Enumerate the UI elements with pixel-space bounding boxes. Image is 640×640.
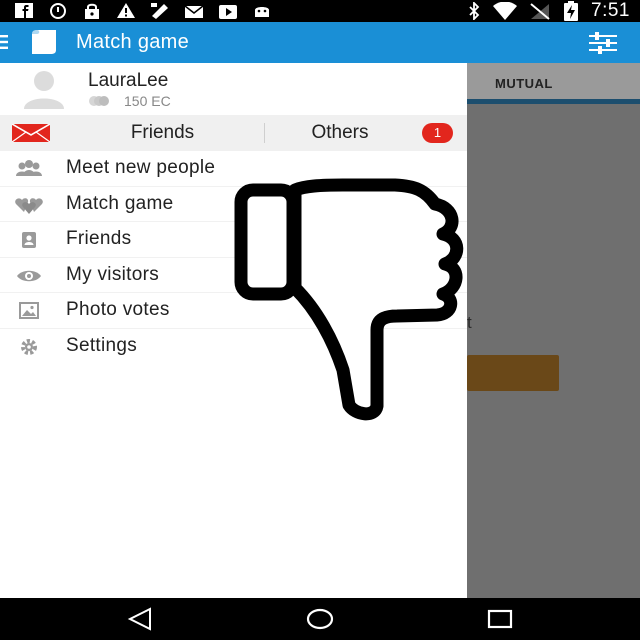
alarm-icon — [50, 3, 66, 19]
clock: 7:51 — [591, 0, 630, 21]
bluetooth-icon — [469, 2, 480, 20]
menu-item-settings[interactable]: Settings — [0, 329, 467, 365]
menu-item-label: Settings — [66, 334, 138, 356]
system-status: 7:51 — [467, 0, 630, 22]
app-logo-icon[interactable] — [28, 28, 60, 56]
android-icon — [255, 7, 269, 17]
battery-charging-icon — [564, 1, 579, 21]
facebook-icon — [15, 3, 33, 18]
eye-icon — [17, 270, 41, 281]
play-store-icon — [219, 5, 237, 19]
filter-sliders-icon[interactable] — [588, 31, 618, 55]
home-icon[interactable] — [305, 607, 335, 631]
background-text: t — [467, 313, 472, 332]
back-icon[interactable] — [126, 607, 154, 631]
menu-item-meet-new-people[interactable]: Meet new people — [0, 151, 467, 187]
menu-item-label: Match game — [66, 192, 174, 214]
background-button — [467, 355, 559, 391]
tab-indicator — [467, 99, 640, 104]
menu-item-my-visitors[interactable]: My visitors — [0, 258, 467, 293]
page-title: Match game — [76, 31, 190, 53]
lock-icon — [85, 3, 99, 19]
profile-name: LauraLee — [88, 70, 169, 91]
coin-amount: 150 EC — [124, 93, 171, 109]
no-signal-icon — [530, 3, 550, 20]
warning-icon — [117, 3, 135, 18]
menu-item-photo-votes[interactable]: Photo votes — [0, 293, 467, 329]
photos-icon — [19, 302, 39, 319]
menu-item-label: Meet new people — [66, 157, 216, 178]
app-icon — [151, 3, 168, 19]
wifi-icon — [493, 2, 518, 20]
background-tab-bar: MUTUAL — [467, 63, 640, 104]
avatar — [24, 71, 64, 109]
hearts-icon — [15, 197, 43, 214]
contact-card-icon — [22, 232, 36, 248]
mail-icon — [184, 5, 204, 18]
menu-item-friends[interactable]: Friends — [0, 222, 467, 258]
coins-icon — [89, 96, 109, 106]
navigation-drawer: LauraLee 150 EC Friends Others 1 Meet ne… — [0, 63, 467, 598]
gear-icon — [21, 338, 37, 355]
drawer-tab-row: Friends Others 1 — [0, 115, 467, 151]
system-nav-bar — [0, 598, 640, 640]
status-bar: 7:51 — [0, 0, 640, 22]
menu-item-label: Photo votes — [66, 299, 170, 320]
tab-friends[interactable]: Friends — [70, 115, 255, 151]
notification-badge: 1 — [422, 123, 453, 143]
tab-others[interactable]: Others — [280, 115, 400, 151]
menu-item-label: My visitors — [66, 263, 160, 285]
notification-icons — [14, 2, 272, 19]
app-bar: Match game — [0, 22, 640, 63]
drawer-menu-icon[interactable] — [0, 35, 8, 49]
background-screen: MUTUAL t — [467, 63, 640, 598]
coin-balance: 150 EC — [88, 93, 171, 109]
tab-divider — [264, 123, 265, 143]
tab-mutual: MUTUAL — [495, 76, 553, 91]
drawer-menu: Meet new people Match game Friends My vi… — [0, 151, 467, 364]
envelope-icon[interactable] — [12, 124, 50, 142]
recents-icon[interactable] — [486, 607, 514, 631]
people-icon — [16, 160, 42, 176]
menu-item-label: Friends — [66, 228, 132, 249]
menu-item-match-game[interactable]: Match game — [0, 187, 467, 222]
profile-header[interactable]: LauraLee 150 EC — [0, 63, 467, 115]
